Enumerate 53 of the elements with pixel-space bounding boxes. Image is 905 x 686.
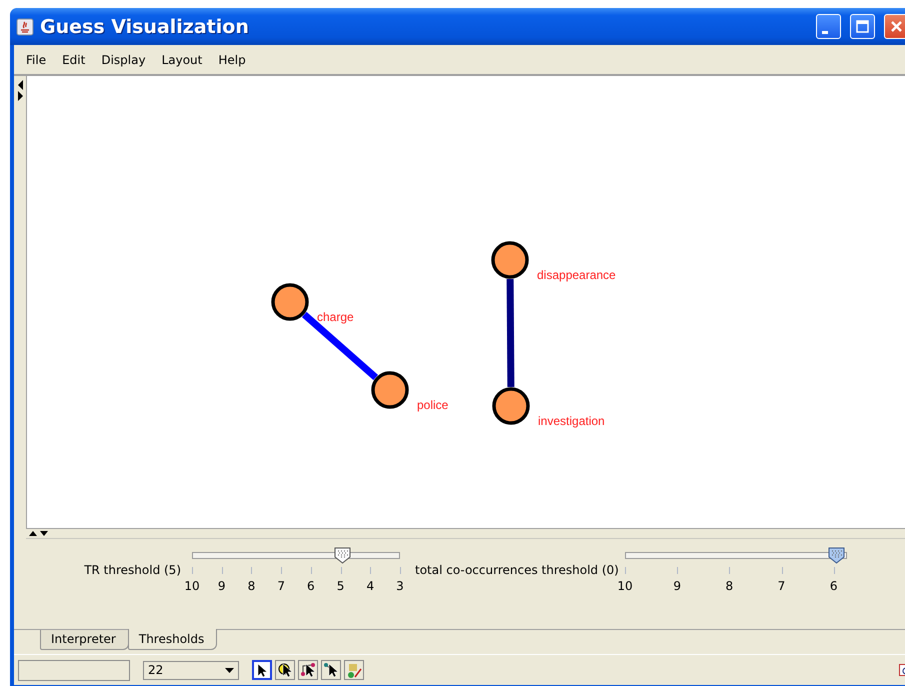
tick-label: 10 [617, 579, 633, 593]
tool-button[interactable] [298, 660, 318, 680]
tick-label: 6 [830, 579, 838, 593]
tick-label: 4 [366, 579, 374, 593]
window-title: Guess Visualization [40, 16, 250, 38]
splitter-arrows-icon[interactable] [17, 78, 24, 102]
slider-track[interactable] [192, 547, 400, 564]
menu-item[interactable]: Edit [54, 50, 94, 68]
tool-button[interactable] [275, 660, 295, 680]
tick-label: 6 [307, 579, 315, 593]
minimize-icon [822, 31, 828, 34]
zoom-dropdown[interactable]: 22 [143, 660, 239, 680]
tool-button[interactable] [252, 660, 272, 680]
tick-label: 10 [184, 579, 200, 593]
graph-node [271, 283, 309, 321]
maximize-icon [855, 19, 870, 34]
graph-node [491, 241, 529, 279]
close-button[interactable] [884, 14, 905, 39]
palette-icon [346, 662, 362, 678]
graph-node [371, 371, 409, 409]
node-label: investigation [538, 414, 605, 428]
menu-item[interactable]: File [18, 50, 54, 68]
tick-label: 7 [778, 579, 786, 593]
pointer-icon [323, 662, 339, 678]
node-label: charge [317, 310, 354, 324]
pointer-icon [300, 662, 316, 678]
menu-item[interactable]: Display [93, 50, 154, 68]
tick-label: 9 [673, 579, 681, 593]
tab[interactable]: Thresholds [128, 629, 218, 650]
node-label: disappearance [537, 268, 616, 282]
tick-label: 8 [726, 579, 734, 593]
tool-button[interactable] [321, 660, 341, 680]
close-icon [889, 19, 904, 34]
slider-label: TR threshold (5) [83, 563, 181, 577]
app-icon [16, 18, 34, 36]
menu-item[interactable]: Help [210, 50, 254, 68]
minimize-button[interactable] [816, 14, 841, 39]
maximize-button[interactable] [850, 14, 875, 39]
tick-label: 9 [218, 579, 226, 593]
tick-label: 8 [248, 579, 256, 593]
graph-node [492, 387, 530, 425]
menu-item[interactable]: Layout [154, 50, 210, 68]
slider-thumb[interactable] [828, 547, 845, 564]
tick-label: 7 [277, 579, 285, 593]
tab[interactable]: Interpreter [40, 630, 129, 650]
slider-label: total co-occurrences threshold (0) [415, 563, 620, 577]
tick-label: 3 [396, 579, 404, 593]
node-label: police [417, 398, 448, 412]
pointer-icon [277, 662, 293, 678]
slider-track[interactable] [625, 547, 847, 564]
caret-icon [225, 668, 234, 672]
tick-label: 5 [336, 579, 344, 593]
slider-thumb[interactable] [334, 547, 351, 564]
